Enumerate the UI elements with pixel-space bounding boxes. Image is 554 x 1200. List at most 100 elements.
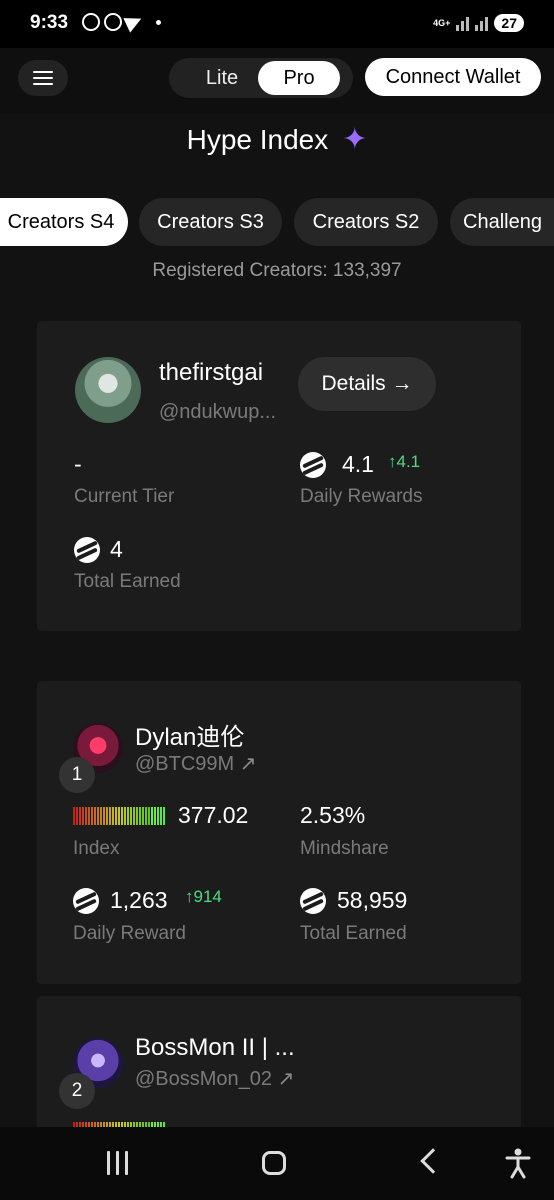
signal-icon-2 — [475, 15, 489, 31]
index-bar — [121, 807, 123, 825]
creator-name: BossMon II | ... — [135, 1034, 295, 1061]
daily-reward-value: 1,263 — [110, 887, 168, 913]
season-tabs: Creators S4 Creators S3 Creators S2 Chal… — [0, 198, 554, 246]
leaderboard-row[interactable]: 1 Dylan迪伦 @BTC99M ↗ 377.02 Index 2.53% M… — [37, 681, 521, 984]
token-icon — [74, 537, 100, 563]
page-title: Hype Index ✦ — [0, 122, 554, 157]
index-bar — [151, 807, 153, 825]
rank-badge: 1 — [59, 757, 95, 793]
index-bar — [163, 807, 165, 825]
index-bar — [157, 807, 159, 825]
home-icon[interactable] — [262, 1151, 286, 1175]
leaderboard-row[interactable]: 2 BossMon II | ... @BossMon_02 ↗ — [37, 996, 521, 1127]
index-bar — [136, 807, 138, 825]
mode-pro-button[interactable]: Pro — [258, 61, 340, 95]
notification-icons — [82, 11, 161, 33]
index-bar — [94, 807, 96, 825]
system-icons: 4G+ 27 — [433, 14, 524, 32]
daily-reward-label: Daily Reward — [73, 923, 186, 944]
index-bar — [118, 807, 120, 825]
daily-rewards-change: ↑4.1 — [388, 452, 421, 471]
total-earned-value: 4 — [110, 536, 123, 562]
network-type: 4G+ — [433, 17, 451, 28]
daily-reward-change: ↑914 — [185, 887, 222, 906]
registered-creators: Registered Creators: 133,397 — [152, 260, 402, 281]
dot-icon — [156, 19, 161, 25]
token-icon — [300, 452, 326, 478]
index-bar — [142, 807, 144, 825]
index-bar — [112, 807, 114, 825]
total-earned-label: Total Earned — [74, 571, 181, 592]
mindshare-label: Mindshare — [300, 838, 389, 859]
index-bar — [88, 807, 90, 825]
whatsapp-business-icon — [104, 13, 122, 31]
whatsapp-icon — [82, 13, 100, 31]
token-icon — [300, 888, 326, 914]
index-bar — [85, 807, 87, 825]
creator-handle: @BTC99M — [135, 753, 235, 775]
index-bar — [124, 807, 126, 825]
connect-wallet-button[interactable]: Connect Wallet — [365, 58, 541, 96]
index-bar — [109, 807, 111, 825]
my-creator-card: thefirstgai @ndukwup... Details → - Curr… — [37, 321, 521, 631]
mode-toggle: Lite Pro — [169, 58, 353, 98]
tab-creators-s3[interactable]: Creators S3 — [139, 198, 282, 246]
current-tier-label: Current Tier — [74, 486, 175, 507]
battery-icon: 27 — [494, 14, 524, 32]
creator-handle: @BossMon_02 — [135, 1068, 273, 1090]
index-bar — [145, 807, 147, 825]
signal-icon — [456, 15, 470, 31]
current-tier-value: - — [74, 451, 82, 477]
total-earned-label: Total Earned — [300, 923, 407, 944]
index-bar — [73, 807, 75, 825]
status-time: 9:33 — [30, 12, 69, 33]
rank-badge: 2 — [59, 1073, 95, 1109]
index-bar — [82, 807, 84, 825]
status-bar: 9:33 4G+ 27 — [0, 0, 554, 48]
tab-creators-s2[interactable]: Creators S2 — [294, 198, 438, 246]
app-header: Lite Pro Connect Wallet — [0, 48, 554, 114]
index-bar — [106, 807, 108, 825]
main-content: Hype Index ✦ Creators S4 Creators S3 Cre… — [0, 114, 554, 1127]
creator-handle: @ndukwup... — [159, 401, 277, 423]
details-button[interactable]: Details → — [298, 357, 436, 411]
index-bar — [130, 807, 132, 825]
index-bar — [115, 807, 117, 825]
system-nav-bar — [0, 1127, 554, 1200]
hamburger-menu-icon[interactable] — [18, 60, 68, 96]
creator-name: Dylan迪伦 — [135, 724, 245, 751]
page-title-text: Hype Index — [186, 123, 329, 155]
index-bars — [73, 807, 165, 825]
sparkles-icon: ✦ — [342, 123, 368, 156]
index-bar — [97, 807, 99, 825]
creator-name: thefirstgai — [159, 359, 264, 386]
index-bar — [154, 807, 156, 825]
total-earned-value: 58,959 — [337, 887, 408, 913]
external-link-icon[interactable]: ↗ — [240, 753, 257, 775]
avatar — [75, 357, 141, 423]
tab-creators-s4[interactable]: Creators S4 — [0, 198, 128, 246]
mindshare-value: 2.53% — [300, 802, 366, 828]
index-bar — [160, 807, 162, 825]
mode-lite-button[interactable]: Lite — [181, 61, 263, 95]
index-label: Index — [73, 838, 120, 859]
daily-rewards-value: 4.1 — [342, 451, 374, 477]
tab-challenges[interactable]: Challeng — [450, 198, 554, 246]
external-link-icon[interactable]: ↗ — [278, 1068, 295, 1090]
index-value: 377.02 — [178, 802, 249, 828]
index-bar — [103, 807, 105, 825]
index-bar — [91, 807, 93, 825]
index-bar — [139, 807, 141, 825]
index-bar — [76, 807, 78, 825]
index-bar — [100, 807, 102, 825]
telegram-icon — [123, 11, 145, 33]
token-icon — [73, 888, 99, 914]
index-bar — [79, 807, 81, 825]
recent-apps-icon[interactable] — [107, 1151, 128, 1175]
back-icon[interactable] — [420, 1148, 446, 1174]
index-bar — [127, 807, 129, 825]
accessibility-icon[interactable] — [504, 1147, 532, 1179]
index-bar — [148, 807, 150, 825]
daily-rewards-label: Daily Rewards — [300, 486, 423, 507]
index-bar — [133, 807, 135, 825]
